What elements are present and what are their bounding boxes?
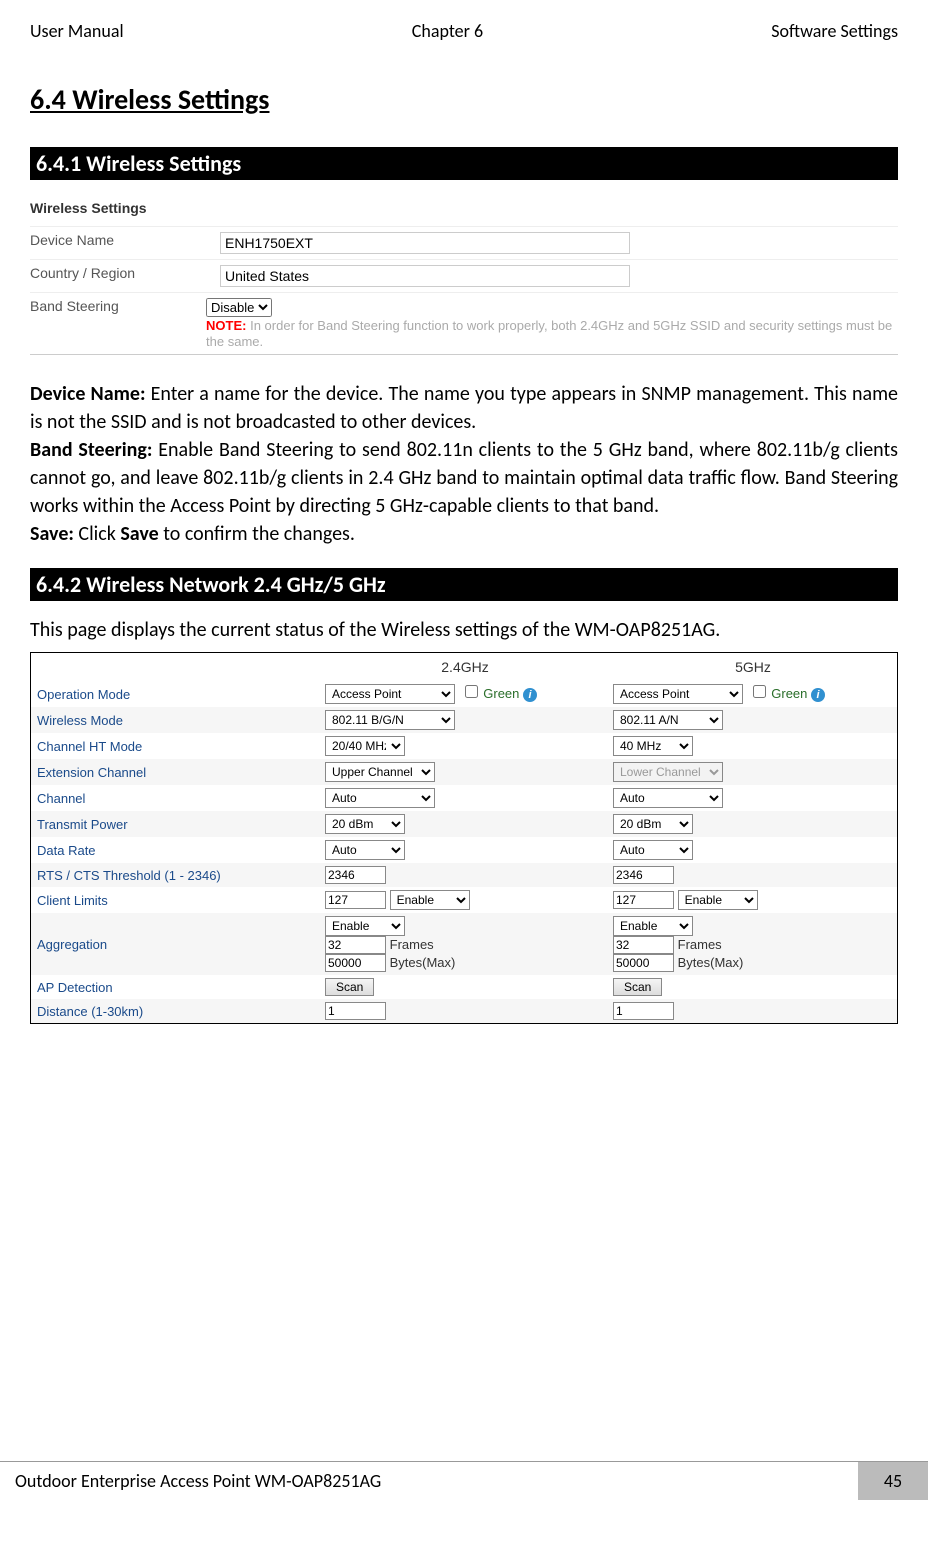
- aggregation-24-mode-select[interactable]: Enable: [325, 916, 405, 936]
- page-footer: Outdoor Enterprise Access Point WM-OAP82…: [0, 1461, 928, 1500]
- header-right: Software Settings: [771, 20, 898, 42]
- device-name-input[interactable]: [220, 232, 630, 254]
- row-extension-channel: Extension Channel: [31, 759, 321, 785]
- row-rts-cts: RTS / CTS Threshold (1 - 2346): [31, 863, 321, 887]
- green-5-checkbox[interactable]: [753, 685, 766, 698]
- data-rate-24-select[interactable]: Auto: [325, 840, 405, 860]
- aggregation-5-bytes-input[interactable]: [613, 954, 674, 972]
- client-limits-24-input[interactable]: [325, 891, 386, 909]
- band-steering-select[interactable]: Disable: [206, 298, 272, 317]
- heading-6-4: 6.4 Wireless Settings: [30, 82, 898, 117]
- heading-6-4-2: 6.4.2 Wireless Network 2.4 GHz/5 GHz: [30, 568, 898, 601]
- distance-24-input[interactable]: [325, 1002, 386, 1020]
- aggregation-24-frames-input[interactable]: [325, 936, 386, 954]
- distance-5-input[interactable]: [613, 1002, 674, 1020]
- rts-cts-24-input[interactable]: [325, 866, 386, 884]
- transmit-power-24-select[interactable]: 20 dBm: [325, 814, 405, 834]
- intro-6-4-2: This page displays the current status of…: [30, 616, 898, 644]
- row-wireless-mode: Wireless Mode: [31, 707, 321, 733]
- body-paragraph-1: Device Name: Enter a name for the device…: [30, 380, 898, 548]
- operation-mode-24-select[interactable]: Access Point: [325, 684, 455, 704]
- wireless-settings-title: Wireless Settings: [30, 195, 898, 221]
- wireless-mode-24-select[interactable]: 802.11 B/G/N: [325, 710, 455, 730]
- channel-5-select[interactable]: Auto: [613, 788, 723, 808]
- country-region-input[interactable]: [220, 265, 630, 287]
- row-distance: Distance (1-30km): [31, 999, 321, 1023]
- wireless-network-panel: 2.4GHz 5GHz Operation Mode Access Point …: [30, 652, 898, 1024]
- column-header-24ghz: 2.4GHz: [321, 653, 609, 681]
- aggregation-5-frames-input[interactable]: [613, 936, 674, 954]
- band-steering-note: NOTE: In order for Band Steering functio…: [206, 318, 892, 349]
- scan-24-button[interactable]: Scan: [325, 978, 374, 996]
- heading-6-4-1: 6.4.1 Wireless Settings: [30, 147, 898, 180]
- transmit-power-5-select[interactable]: 20 dBm: [613, 814, 693, 834]
- aggregation-24-bytes-input[interactable]: [325, 954, 386, 972]
- bytes-max-label: Bytes(Max): [390, 955, 456, 970]
- footer-product-name: Outdoor Enterprise Access Point WM-OAP82…: [0, 1462, 858, 1500]
- row-ap-detection: AP Detection: [31, 975, 321, 999]
- green-5-label: Green: [771, 686, 807, 701]
- row-aggregation: Aggregation: [31, 913, 321, 975]
- row-channel: Channel: [31, 785, 321, 811]
- scan-5-button[interactable]: Scan: [613, 978, 662, 996]
- band-steering-label: Band Steering: [30, 298, 206, 314]
- bytes-max-label: Bytes(Max): [678, 955, 744, 970]
- device-name-label: Device Name: [30, 232, 220, 248]
- row-transmit-power: Transmit Power: [31, 811, 321, 837]
- row-data-rate: Data Rate: [31, 837, 321, 863]
- aggregation-5-mode-select[interactable]: Enable: [613, 916, 693, 936]
- wireless-settings-panel: Wireless Settings Device Name Country / …: [30, 195, 898, 355]
- frames-label: Frames: [678, 937, 722, 952]
- client-limits-24-mode-select[interactable]: Enable: [390, 890, 470, 910]
- channel-ht-24-select[interactable]: 20/40 MHz: [325, 736, 405, 756]
- column-header-5ghz: 5GHz: [609, 653, 897, 681]
- client-limits-5-input[interactable]: [613, 891, 674, 909]
- header-left: User Manual: [30, 20, 124, 42]
- info-icon[interactable]: i: [811, 688, 825, 702]
- frames-label: Frames: [390, 937, 434, 952]
- operation-mode-5-select[interactable]: Access Point: [613, 684, 743, 704]
- client-limits-5-mode-select[interactable]: Enable: [678, 890, 758, 910]
- note-text: In order for Band Steering function to w…: [206, 318, 892, 349]
- footer-page-number: 45: [858, 1462, 928, 1500]
- row-operation-mode: Operation Mode: [31, 681, 321, 707]
- page-header: User Manual Chapter 6 Software Settings: [30, 20, 898, 42]
- row-channel-ht-mode: Channel HT Mode: [31, 733, 321, 759]
- green-24-checkbox[interactable]: [465, 685, 478, 698]
- note-label: NOTE:: [206, 318, 250, 333]
- channel-24-select[interactable]: Auto: [325, 788, 435, 808]
- green-24-label: Green: [483, 686, 519, 701]
- row-client-limits: Client Limits: [31, 887, 321, 913]
- info-icon[interactable]: i: [523, 688, 537, 702]
- extension-channel-24-select[interactable]: Upper Channel: [325, 762, 435, 782]
- rts-cts-5-input[interactable]: [613, 866, 674, 884]
- extension-channel-5-select: Lower Channel: [613, 762, 723, 782]
- data-rate-5-select[interactable]: Auto: [613, 840, 693, 860]
- wireless-mode-5-select[interactable]: 802.11 A/N: [613, 710, 723, 730]
- channel-ht-5-select[interactable]: 40 MHz: [613, 736, 693, 756]
- country-region-label: Country / Region: [30, 265, 220, 281]
- header-center: Chapter 6: [412, 20, 483, 42]
